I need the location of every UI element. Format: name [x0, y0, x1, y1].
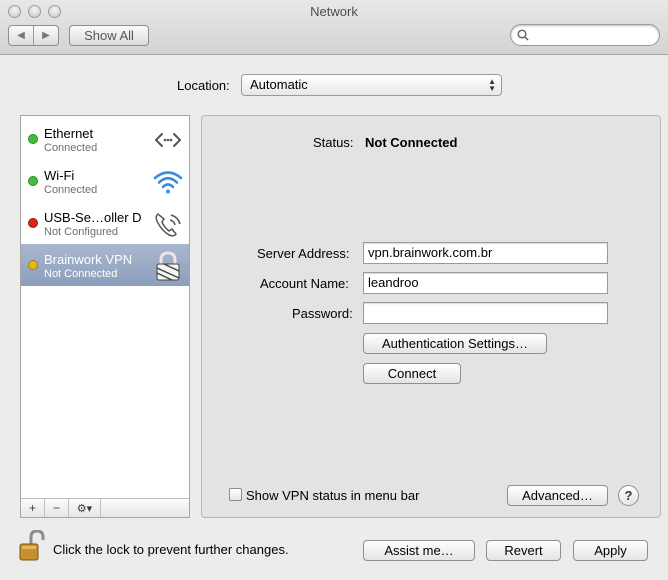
forward-button[interactable]: ▶	[33, 26, 58, 45]
service-item-ethernet[interactable]: Ethernet Connected	[21, 118, 189, 160]
show-all-button[interactable]: Show All	[69, 25, 149, 46]
service-item-wifi[interactable]: Wi-Fi Connected	[21, 160, 189, 202]
status-dot	[28, 134, 38, 144]
vpn-lock-icon	[156, 251, 180, 281]
location-value: Automatic	[250, 77, 308, 92]
status-dot	[28, 176, 38, 186]
wifi-icon	[153, 171, 183, 194]
service-list: Ethernet Connected Wi-Fi Connected USB-S…	[20, 115, 190, 518]
assist-me-button[interactable]: Assist me…	[363, 540, 475, 561]
back-button[interactable]: ◀	[9, 26, 33, 45]
show-vpn-status-checkbox[interactable]	[229, 488, 242, 501]
service-list-footer: + − ⚙▾	[21, 498, 189, 517]
gear-menu-button[interactable]: ⚙▾	[69, 499, 101, 517]
revert-button[interactable]: Revert	[486, 540, 561, 561]
chevron-right-icon: ▶	[42, 30, 50, 41]
authentication-settings-button[interactable]: Authentication Settings…	[363, 333, 547, 354]
password-label: Password:	[292, 306, 353, 321]
service-name: USB-Se…oller D	[44, 210, 142, 225]
add-service-button[interactable]: +	[21, 499, 45, 517]
open-lock-icon[interactable]	[19, 530, 45, 562]
chevron-left-icon: ◀	[17, 30, 25, 41]
phone-modem-icon	[155, 213, 181, 237]
window-title: Network	[310, 4, 358, 19]
status-label: Status:	[313, 135, 354, 150]
status-dot	[28, 260, 38, 270]
updown-arrows-icon: ▲ ▼	[488, 77, 496, 93]
back-forward-control: ◀ ▶	[8, 25, 59, 46]
service-status: Not Connected	[44, 268, 118, 280]
help-button[interactable]: ?	[618, 485, 639, 506]
window-toolbar: Network ◀ ▶ Show All	[0, 0, 668, 55]
service-status: Not Configured	[44, 226, 118, 238]
connect-button[interactable]: Connect	[363, 363, 461, 384]
advanced-button[interactable]: Advanced…	[507, 485, 608, 506]
password-field[interactable]	[363, 302, 608, 324]
lock-message: Click the lock to prevent further change…	[53, 542, 289, 557]
apply-button[interactable]: Apply	[573, 540, 648, 561]
server-address-label: Server Address:	[257, 246, 350, 261]
remove-service-button[interactable]: −	[45, 499, 69, 517]
show-vpn-status-label: Show VPN status in menu bar	[246, 488, 420, 503]
status-value: Not Connected	[365, 135, 458, 150]
service-name: Wi-Fi	[44, 168, 75, 183]
account-name-field[interactable]: leandroo	[363, 272, 608, 294]
service-status: Connected	[44, 142, 98, 154]
service-name: Ethernet	[44, 126, 94, 141]
status-dot	[28, 218, 38, 228]
search-icon	[517, 29, 529, 41]
ethernet-icon	[155, 133, 181, 147]
server-address-field[interactable]: vpn.brainwork.com.br	[363, 242, 608, 264]
search-field[interactable]	[510, 24, 660, 46]
service-name: Brainwork VPN	[44, 252, 133, 267]
service-status: Connected	[44, 184, 98, 196]
location-label: Location:	[177, 78, 230, 93]
location-popup[interactable]: Automatic ▲ ▼	[241, 74, 502, 96]
service-item-usb-serial[interactable]: USB-Se…oller D Not Configured	[21, 202, 189, 244]
account-name-label: Account Name:	[260, 276, 349, 291]
service-item-brainwork-vpn[interactable]: Brainwork VPN Not Connected	[21, 244, 189, 286]
